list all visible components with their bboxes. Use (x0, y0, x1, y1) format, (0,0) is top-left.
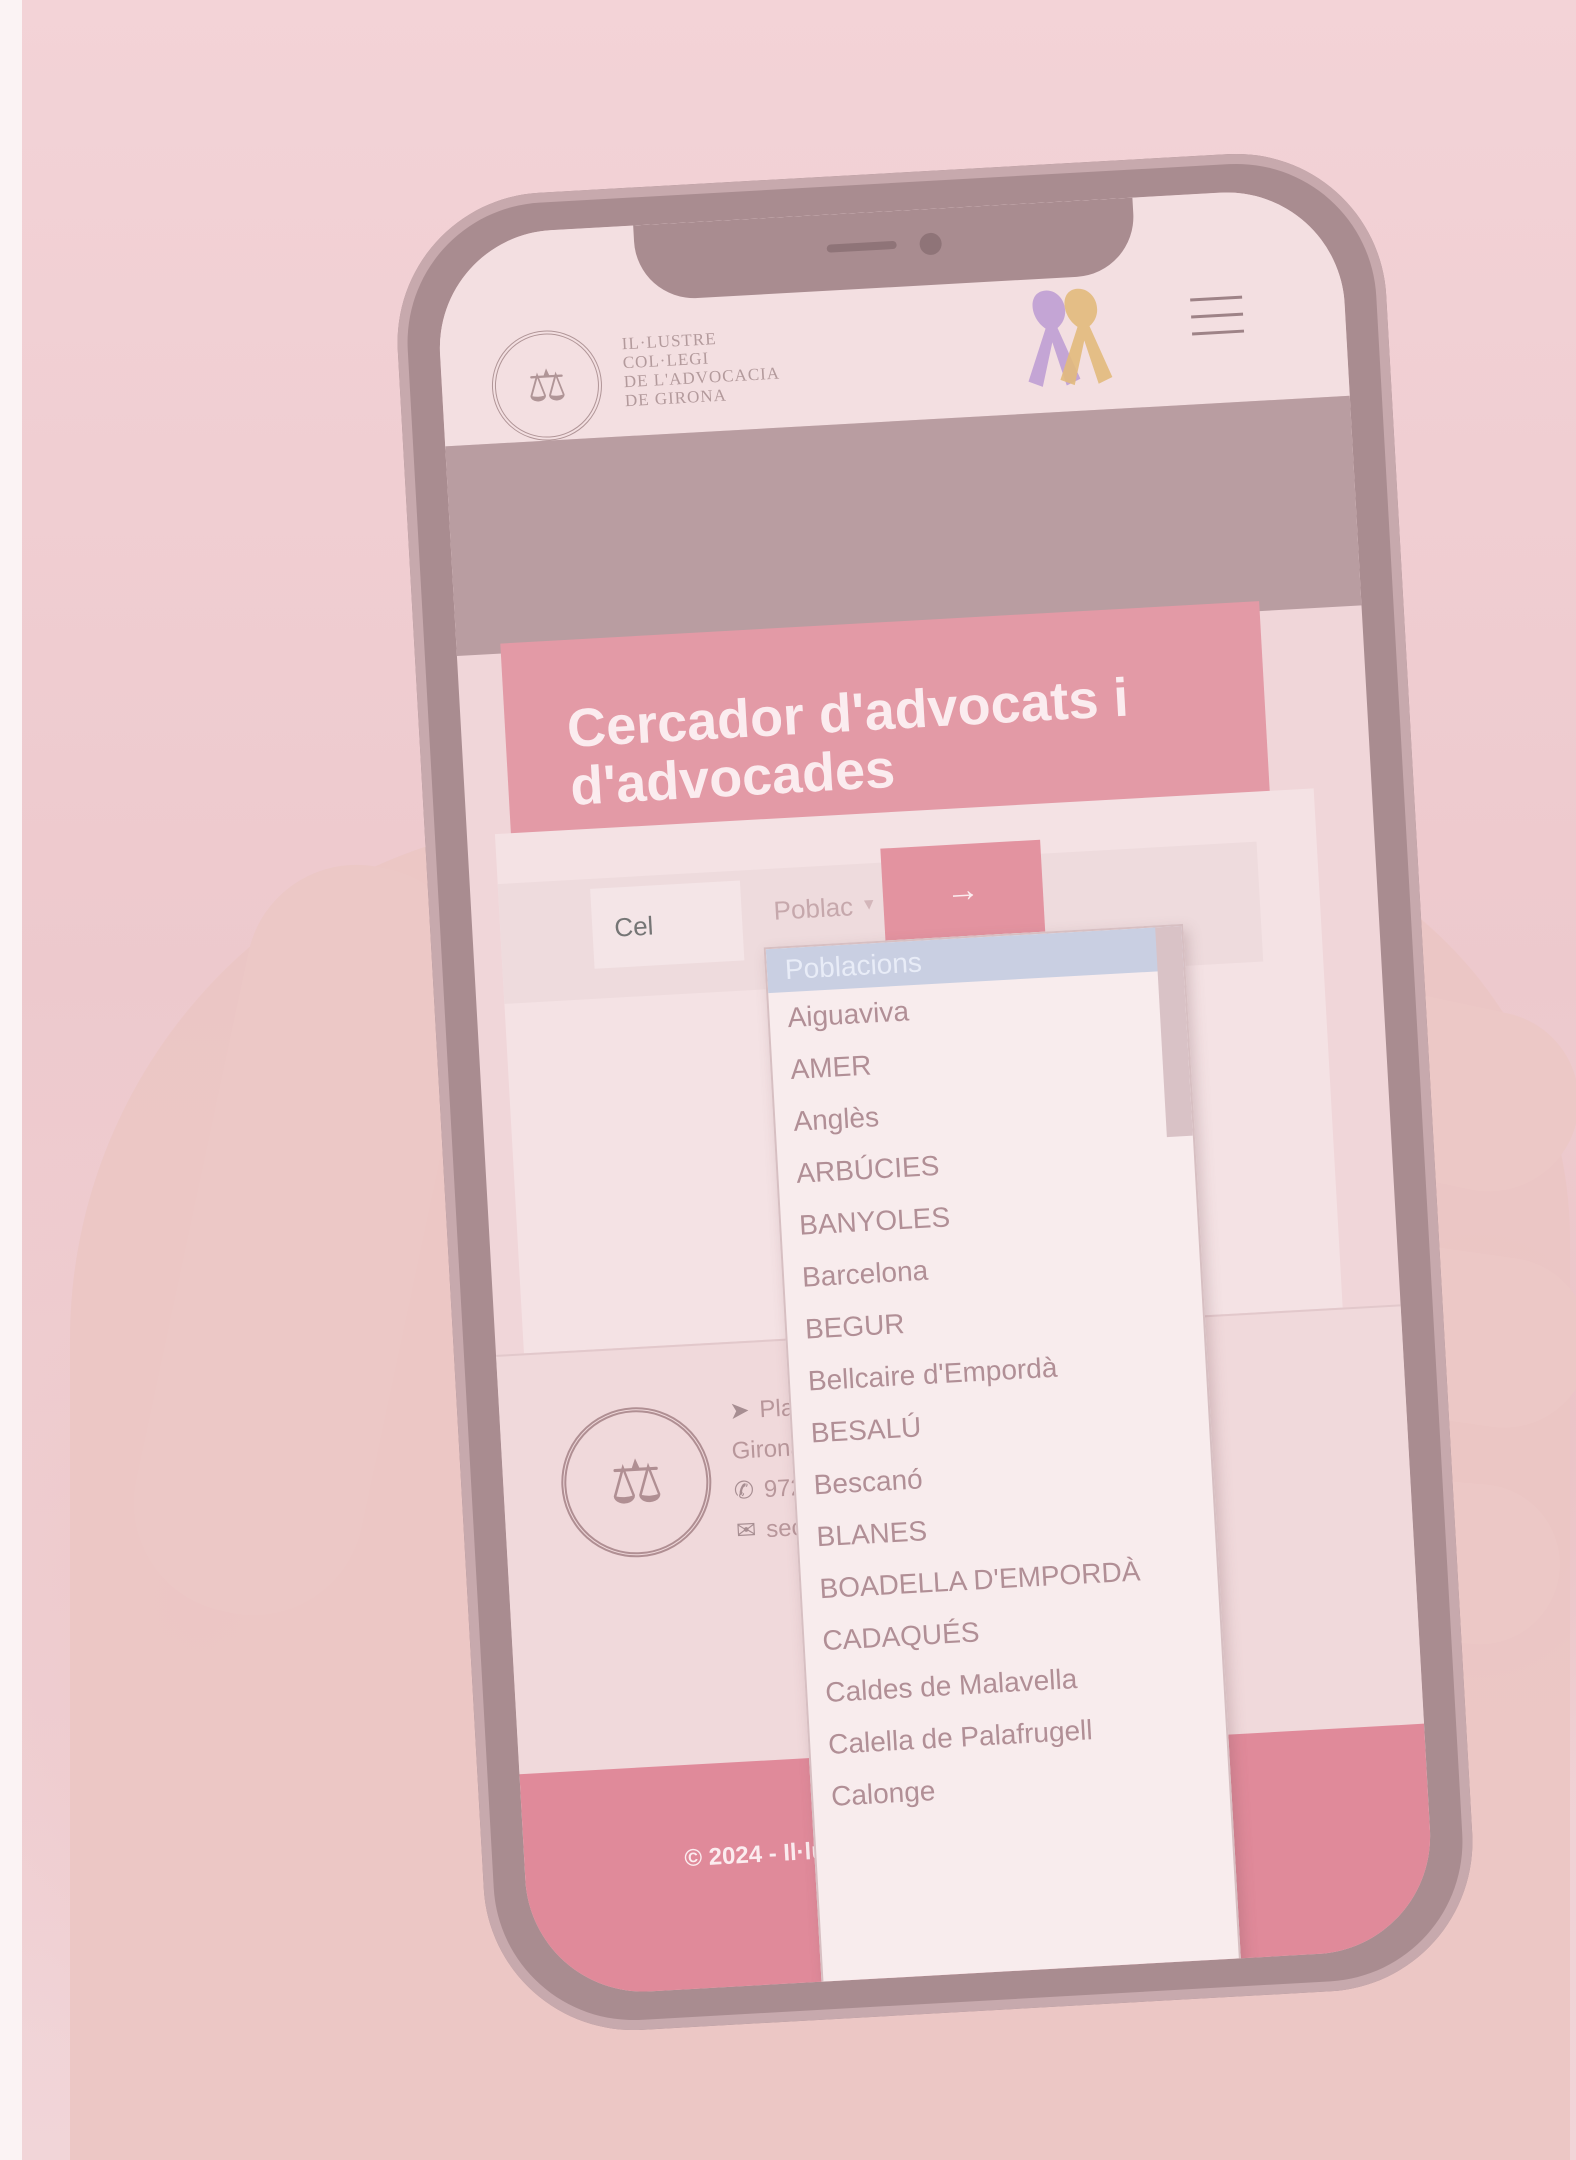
menu-line (1190, 295, 1243, 302)
camera-icon (919, 232, 943, 256)
logo-text[interactable]: IL·LUSTRE COL·LEGI DE L'ADVOCACIA DE GIR… (621, 326, 781, 410)
speaker-grille (826, 240, 897, 253)
college-seal-logo-icon[interactable]: ⚖ (488, 327, 605, 444)
left-edge-band (0, 0, 22, 2160)
phone-screen: ⚖ IL·LUSTRE COL·LEGI DE L'ADVOCACIA DE G… (433, 186, 1437, 1998)
arrow-right-icon: → (944, 869, 981, 910)
search-submit-button[interactable]: → (880, 839, 1046, 941)
menu-line (1192, 329, 1245, 336)
page-title: Cercador d'advocats i d'advocades (565, 667, 1131, 817)
lawyer-name-search-input[interactable] (590, 880, 745, 969)
hamburger-menu-icon[interactable] (1190, 295, 1245, 343)
mail-icon: ✉ (735, 1516, 758, 1545)
town-select-value: Poblac (772, 890, 854, 926)
town-dropdown-list[interactable]: Poblacions Aiguaviva AMER Anglès ARBÚCIE… (763, 923, 1242, 1990)
phone-icon: ✆ (733, 1476, 755, 1505)
phone-device: ⚖ IL·LUSTRE COL·LEGI DE L'ADVOCACIA DE G… (389, 145, 1481, 2039)
menu-line (1191, 312, 1244, 319)
location-arrow-icon: ➤ (728, 1396, 751, 1425)
awareness-ribbons-icon (1028, 288, 1113, 387)
chevron-down-icon: ▼ (860, 895, 878, 914)
